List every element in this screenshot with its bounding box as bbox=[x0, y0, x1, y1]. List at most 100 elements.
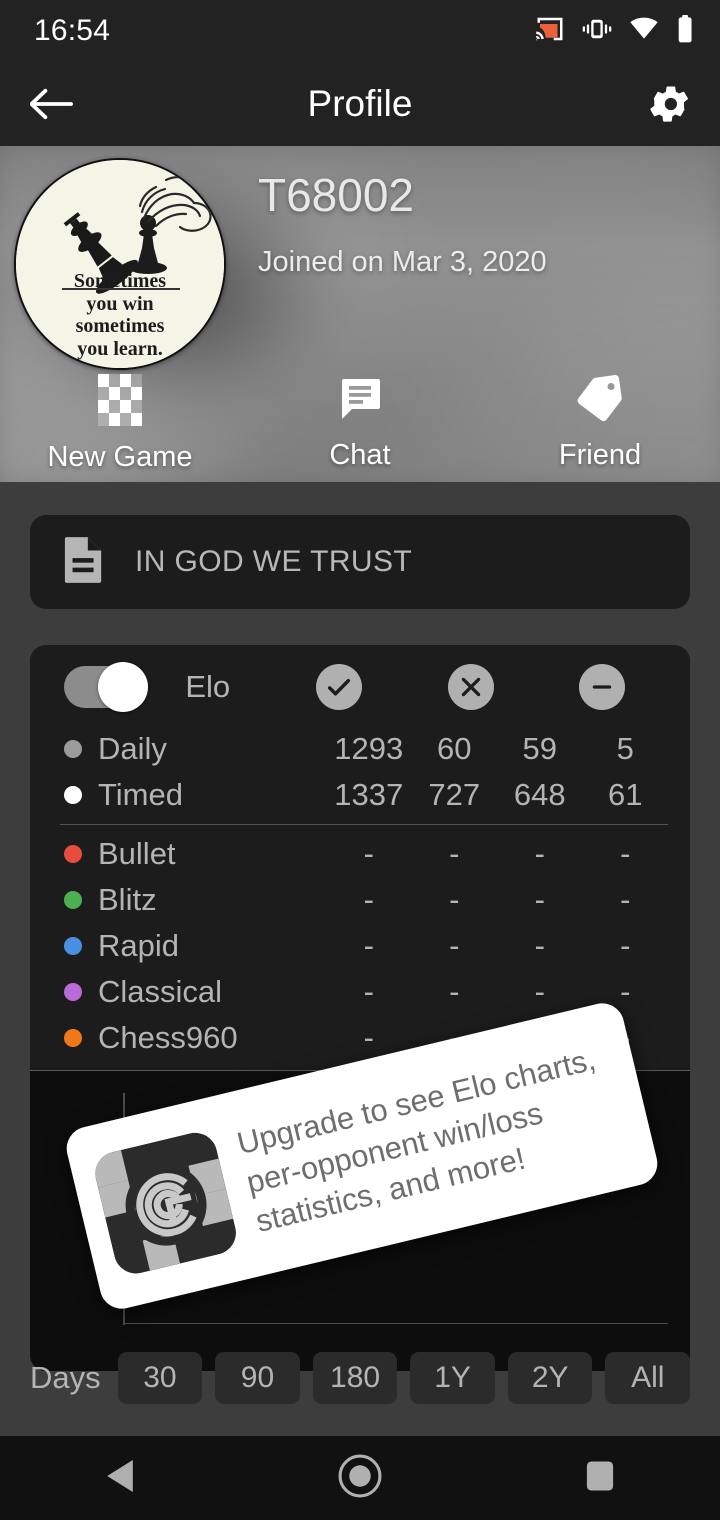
range-selector: Days 30 90 180 1Y 2Y All bbox=[30, 1352, 691, 1404]
home-circle-icon bbox=[337, 1453, 383, 1504]
cell-wins: 60 bbox=[437, 731, 472, 766]
user-status-text: IN GOD WE TRUST bbox=[135, 545, 413, 578]
row-name: Bullet bbox=[64, 836, 326, 872]
chat-label: Chat bbox=[329, 439, 391, 471]
row-label: Chess960 bbox=[98, 1020, 238, 1055]
minus-circle-icon bbox=[579, 664, 626, 710]
status-bar-icons bbox=[535, 14, 694, 48]
table-row[interactable]: Daily 1293 60 59 5 bbox=[30, 729, 690, 769]
variant-dot bbox=[64, 891, 82, 909]
cell-wins: - bbox=[449, 974, 460, 1009]
avatar[interactable]: Sometimes you win sometimes you learn. bbox=[14, 158, 226, 370]
range-button-180[interactable]: 180 bbox=[312, 1352, 398, 1404]
cell-elo: - bbox=[363, 928, 374, 963]
chessboard-icon bbox=[98, 374, 142, 431]
app-logo-icon bbox=[90, 1128, 241, 1278]
avatar-quote: Sometimes you win sometimes you learn. bbox=[16, 270, 224, 360]
profile-username: T68002 bbox=[258, 169, 415, 221]
row-label: Blitz bbox=[98, 882, 157, 917]
status-bar: 16:54 bbox=[0, 0, 720, 62]
friend-label: Friend bbox=[558, 439, 642, 471]
nav-recents-button[interactable] bbox=[540, 1436, 660, 1520]
cell-losses: - bbox=[534, 882, 545, 917]
app-bar: Profile bbox=[0, 62, 720, 146]
variant-dot bbox=[64, 1029, 82, 1047]
variant-dot bbox=[64, 983, 82, 1001]
row-label: Classical bbox=[98, 974, 223, 1009]
table-row[interactable]: Blitz - - - - bbox=[30, 880, 690, 920]
cast-icon bbox=[535, 16, 565, 47]
row-label: Rapid bbox=[98, 928, 179, 963]
avatar-quote-line: sometimes bbox=[75, 315, 165, 338]
row-values: - - - - bbox=[326, 836, 668, 872]
row-name: Blitz bbox=[64, 882, 326, 918]
table-row[interactable]: Rapid - - - - bbox=[30, 926, 690, 966]
back-button[interactable] bbox=[30, 87, 74, 121]
tag-icon bbox=[575, 374, 625, 429]
row-values: 1293 60 59 5 bbox=[326, 731, 668, 767]
cell-draws: - bbox=[620, 836, 631, 871]
friend-button[interactable]: Friend bbox=[480, 368, 720, 472]
row-values: - - - - bbox=[326, 974, 668, 1010]
note-document-icon bbox=[63, 535, 105, 590]
range-label: Days bbox=[30, 1360, 101, 1395]
cell-wins: - bbox=[449, 882, 460, 917]
cell-losses: - bbox=[534, 974, 545, 1009]
row-label: Bullet bbox=[98, 836, 176, 871]
settings-button[interactable] bbox=[650, 83, 692, 125]
profile-header: Sometimes you win sometimes you learn. T… bbox=[0, 146, 720, 482]
range-button-all[interactable]: All bbox=[605, 1352, 691, 1404]
row-name: Chess960 bbox=[64, 1020, 326, 1056]
range-button-1y[interactable]: 1Y bbox=[410, 1352, 495, 1404]
table-row[interactable]: Timed 1337 727 648 61 bbox=[30, 775, 690, 815]
cell-draws: 61 bbox=[608, 777, 643, 812]
range-button-90[interactable]: 90 bbox=[215, 1352, 300, 1404]
row-name: Classical bbox=[64, 974, 326, 1010]
nav-back-button[interactable] bbox=[60, 1436, 180, 1520]
row-label: Daily bbox=[98, 731, 167, 766]
cell-elo: - bbox=[363, 882, 374, 917]
x-circle-icon bbox=[447, 664, 494, 710]
range-button-30[interactable]: 30 bbox=[117, 1352, 203, 1404]
cell-elo: - bbox=[363, 836, 374, 871]
cell-losses: 59 bbox=[522, 731, 557, 766]
range-button-2y[interactable]: 2Y bbox=[507, 1352, 593, 1404]
cell-elo: - bbox=[363, 974, 374, 1009]
battery-icon bbox=[676, 14, 694, 48]
profile-joined-date: Joined on Mar 3, 2020 bbox=[258, 246, 547, 278]
android-nav-bar bbox=[0, 1436, 720, 1520]
status-bar-clock: 16:54 bbox=[34, 14, 111, 47]
variant-dot bbox=[64, 845, 82, 863]
elo-toggle[interactable] bbox=[64, 662, 148, 712]
variant-dot bbox=[64, 740, 82, 758]
cell-wins: - bbox=[449, 836, 460, 871]
variant-dot bbox=[64, 937, 82, 955]
column-header-wins bbox=[274, 664, 406, 710]
avatar-quote-line: Sometimes bbox=[73, 270, 167, 293]
user-status-card[interactable]: IN GOD WE TRUST bbox=[30, 515, 690, 609]
stats-header: Elo bbox=[30, 645, 690, 729]
cell-losses: 648 bbox=[513, 777, 566, 812]
page-title: Profile bbox=[307, 83, 413, 124]
nav-home-button[interactable] bbox=[300, 1436, 420, 1520]
cell-wins: - bbox=[449, 928, 460, 963]
chat-bubble-icon bbox=[336, 374, 384, 429]
column-header-losses bbox=[405, 664, 537, 710]
vibrate-icon bbox=[582, 17, 612, 46]
cell-losses: - bbox=[534, 928, 545, 963]
stats-divider bbox=[60, 824, 668, 825]
new-game-button[interactable]: New Game bbox=[0, 368, 240, 474]
elo-toggle-thumb bbox=[98, 662, 148, 712]
cell-draws: - bbox=[620, 882, 631, 917]
wifi-icon bbox=[629, 17, 659, 46]
recents-square-icon bbox=[585, 1460, 615, 1497]
new-game-label: New Game bbox=[47, 441, 193, 473]
variant-dot bbox=[64, 786, 82, 804]
table-row[interactable]: Bullet - - - - bbox=[30, 834, 690, 874]
back-triangle-icon bbox=[104, 1458, 136, 1499]
chat-button[interactable]: Chat bbox=[240, 368, 480, 472]
cell-losses: - bbox=[534, 836, 545, 871]
cell-draws: 5 bbox=[616, 731, 634, 766]
avatar-quote-line: you win bbox=[86, 292, 154, 315]
row-values: - - - - bbox=[326, 882, 668, 918]
